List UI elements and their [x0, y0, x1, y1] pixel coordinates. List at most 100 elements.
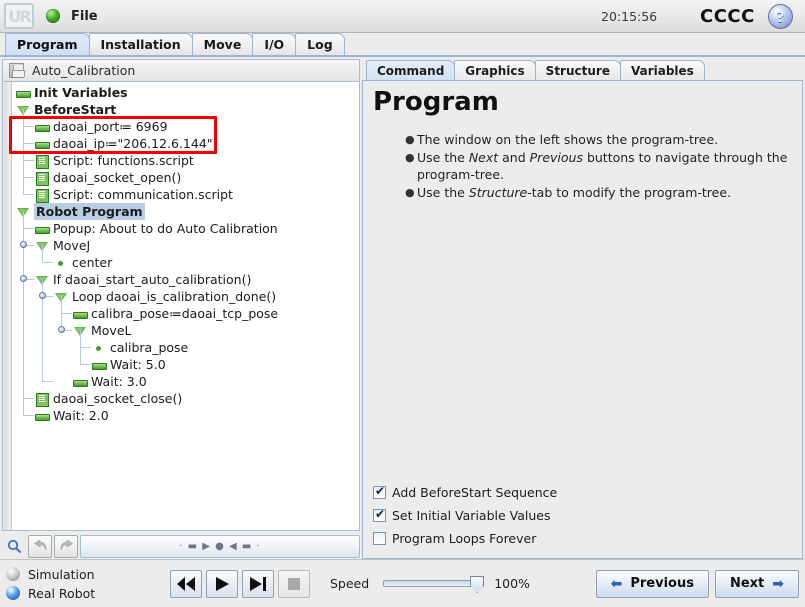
tab-label: Move: [203, 37, 242, 52]
checkbox-row[interactable]: Program Loops Forever: [373, 527, 794, 550]
tree-node[interactable]: Script: functions.script: [12, 152, 359, 169]
tree-node[interactable]: Wait: 3.0: [12, 373, 359, 390]
program-tree-panel: Auto_Calibration Init Variables BeforeSta…: [2, 59, 360, 559]
tree-guide-line: [23, 398, 34, 399]
tree-expand-knob[interactable]: [20, 275, 27, 282]
tree-vertical-scrollbar[interactable]: [3, 82, 12, 530]
command-tab-bar: Command Graphics Structure Variables: [362, 59, 803, 80]
bottom-toolbar: Simulation Real Robot Speed 100% ⬅ Previo…: [0, 559, 805, 607]
tree-node[interactable]: Popup: About to do Auto Calibration: [12, 220, 359, 237]
tree-scrollbar-thumb[interactable]: [4, 82, 11, 530]
radio-unselected-icon[interactable]: [6, 567, 20, 581]
checkbox-row[interactable]: Add BeforeStart Sequence: [373, 481, 794, 504]
checkbox[interactable]: [373, 532, 386, 545]
tree-node[interactable]: daoai_ip≔"206.12.6.144": [12, 135, 359, 152]
tree-node[interactable]: center: [12, 254, 359, 271]
robot-mode-selector[interactable]: Simulation Real Robot: [6, 565, 146, 603]
bar-node-icon: [35, 409, 50, 423]
file-menu-button[interactable]: File: [71, 9, 98, 24]
tree-node-label: Loop daoai_is_calibration_done(): [72, 289, 277, 304]
tree-node[interactable]: daoai_port≔ 6969: [12, 118, 359, 135]
checkbox-label: Program Loops Forever: [392, 531, 537, 546]
speed-slider-knob[interactable]: [470, 576, 485, 593]
tree-node-label: MoveJ: [53, 238, 91, 253]
tab-label: I/O: [264, 37, 285, 52]
bar-node-icon: [35, 120, 50, 134]
help-bullet: ● The window on the left shows the progra…: [405, 131, 794, 148]
tree-expand-knob[interactable]: [58, 326, 65, 333]
tree-node[interactable]: calibra_pose: [12, 339, 359, 356]
tree-guide-line: [61, 313, 72, 314]
help-bullet-text: The window on the left shows the program…: [417, 132, 719, 147]
subtab-structure[interactable]: Structure: [534, 60, 621, 80]
tree-node[interactable]: Loop daoai_is_calibration_done(): [12, 288, 359, 305]
play-button[interactable]: [206, 569, 238, 598]
tree-expand-knob[interactable]: [20, 241, 27, 248]
title-bar: UR File 20:15:56 CCCC ?: [0, 0, 805, 33]
radio-selected-icon[interactable]: [6, 586, 20, 600]
tree-guide-line: [23, 415, 34, 416]
tree-node[interactable]: Robot Program: [12, 203, 359, 220]
tree-guide-line: [23, 143, 34, 144]
program-options: Add BeforeStart Sequence Set Initial Vari…: [371, 481, 794, 558]
tab-i-o[interactable]: I/O: [252, 33, 297, 55]
checkbox[interactable]: [373, 507, 386, 522]
subtab-label: Variables: [630, 63, 694, 78]
tree-node[interactable]: If daoai_start_auto_calibration(): [12, 271, 359, 288]
script-node-icon: [35, 171, 49, 186]
tree-node-label: daoai_socket_close(): [53, 391, 183, 406]
subtab-graphics[interactable]: Graphics: [454, 60, 536, 80]
redo-arrow-icon[interactable]: [54, 534, 78, 558]
tree-node[interactable]: Wait: 5.0: [12, 356, 359, 373]
tree-guide-line: [42, 262, 53, 263]
navigation-buttons: ⬅ Previous Next ➡: [595, 569, 799, 598]
tree-node[interactable]: Script: communication.script: [12, 186, 359, 203]
tree-guide-line: [42, 381, 53, 382]
program-tree[interactable]: Init Variables BeforeStart daoai_port≔ 696…: [12, 82, 359, 530]
tree-node-label: daoai_ip≔"206.12.6.144": [53, 136, 213, 151]
tree-guide-line: [23, 109, 24, 194]
split-pane-divider[interactable]: · ▬ ▶ ● ◀ ▬ ·: [80, 534, 360, 558]
green-orb-icon: [46, 9, 60, 23]
tab-program[interactable]: Program: [5, 33, 90, 55]
step-button[interactable]: [242, 569, 274, 598]
tree-node[interactable]: daoai_socket_open(): [12, 169, 359, 186]
help-circle-icon[interactable]: ?: [768, 4, 793, 29]
mode-real-robot[interactable]: Real Robot: [6, 584, 146, 603]
script-node-icon: [35, 188, 49, 203]
checkbox-label: Add BeforeStart Sequence: [392, 485, 558, 500]
checkbox[interactable]: [373, 484, 386, 499]
tree-guide-line: [23, 160, 34, 161]
rewind-button[interactable]: [170, 569, 202, 598]
bullet-dot-icon: ●: [405, 151, 415, 164]
tree-node[interactable]: daoai_socket_close(): [12, 390, 359, 407]
subtab-command[interactable]: Command: [366, 60, 456, 80]
mode-simulation[interactable]: Simulation: [6, 565, 146, 584]
tree-node-label: Popup: About to do Auto Calibration: [53, 221, 278, 236]
previous-button[interactable]: ⬅ Previous: [595, 569, 709, 598]
tab-installation[interactable]: Installation: [88, 33, 193, 55]
next-button[interactable]: Next ➡: [714, 569, 799, 598]
program-file-name: Auto_Calibration: [32, 63, 136, 78]
main-tab-bar: Program Installation Move I/O Log: [0, 33, 805, 57]
speed-value-label: 100%: [494, 576, 530, 591]
playback-controls: [170, 569, 310, 598]
bar-node-icon: [35, 137, 50, 151]
undo-arrow-icon[interactable]: [28, 534, 52, 558]
tab-move[interactable]: Move: [191, 33, 254, 55]
tab-label: Program: [17, 37, 78, 52]
tree-node-label: daoai_port≔ 6969: [53, 119, 168, 134]
dot-node-icon: [54, 256, 68, 270]
tree-node[interactable]: Init Variables: [12, 84, 359, 101]
tree-node[interactable]: BeforeStart: [12, 101, 359, 118]
tree-node-label: Wait: 2.0: [53, 408, 109, 423]
subtab-variables[interactable]: Variables: [619, 60, 705, 80]
tree-expand-knob[interactable]: [39, 292, 46, 299]
tree-node[interactable]: Wait: 2.0: [12, 407, 359, 424]
speed-slider[interactable]: [383, 576, 485, 593]
command-panel-area: Command Graphics Structure Variables Progra…: [362, 59, 803, 559]
tab-log[interactable]: Log: [295, 33, 345, 55]
search-icon[interactable]: [2, 535, 26, 558]
checkbox-row[interactable]: Set Initial Variable Values: [373, 504, 794, 527]
tree-node[interactable]: MoveJ: [12, 237, 359, 254]
